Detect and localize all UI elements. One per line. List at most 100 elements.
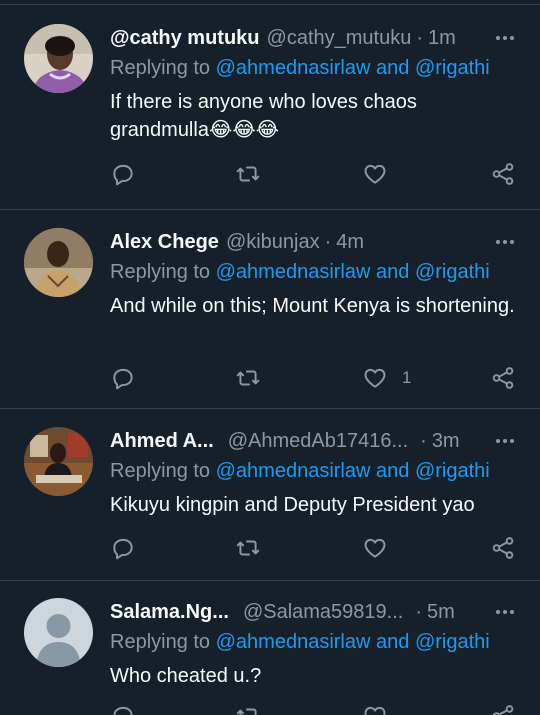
tweet[interactable]: Salama.Ng... @Salama59819... · 5m Replyi… xyxy=(0,581,540,715)
like-button[interactable] xyxy=(362,160,402,188)
reply-button[interactable] xyxy=(110,534,136,562)
retweet-icon xyxy=(236,166,260,182)
tweet-content: Ahmed A... @AhmedAb17416... · 3m Replyin… xyxy=(110,428,518,519)
like-button[interactable]: 1 xyxy=(362,364,411,392)
share-icon xyxy=(492,705,514,715)
mention-link[interactable]: @rigathi xyxy=(415,631,490,653)
avatar-image xyxy=(24,24,93,93)
tweet-content: Alex Chege @kibunjax · 4m Replying to @a… xyxy=(110,229,518,320)
timestamp[interactable]: 3m xyxy=(432,430,460,453)
like-icon xyxy=(364,706,386,715)
more-icon[interactable] xyxy=(492,229,518,255)
mention-link[interactable]: @rigathi xyxy=(415,57,490,79)
tweet-actions: 1 xyxy=(110,364,516,392)
share-icon xyxy=(492,163,514,185)
share-button[interactable] xyxy=(490,702,516,715)
tweet-text: And while on this; Mount Kenya is shorte… xyxy=(110,295,515,317)
mention-and: and xyxy=(370,57,415,79)
mention-link[interactable]: @rigathi xyxy=(415,261,490,283)
separator-dot: · xyxy=(415,600,423,623)
avatar[interactable] xyxy=(24,427,93,496)
user-handle[interactable]: @cathy_mutuku xyxy=(267,27,412,50)
replying-to: Replying to @ahmednasirlaw and @rigathi xyxy=(110,261,518,287)
retweet-button[interactable] xyxy=(235,534,261,562)
avatar[interactable] xyxy=(24,228,93,297)
default-avatar-icon xyxy=(24,598,93,667)
replying-to: Replying to @ahmednasirlaw and @rigathi xyxy=(110,460,518,486)
like-icon xyxy=(364,164,386,184)
avatar[interactable] xyxy=(24,24,93,93)
display-name[interactable]: Salama.Ng... xyxy=(110,601,229,624)
timestamp[interactable]: 1m xyxy=(428,27,456,50)
mention-and: and xyxy=(370,631,415,653)
timestamp[interactable]: 5m xyxy=(427,601,455,624)
tweet-text: Who cheated u.? xyxy=(110,665,262,687)
tweet[interactable]: Ahmed A... @AhmedAb17416... · 3m Replyin… xyxy=(0,409,540,581)
like-icon xyxy=(364,368,386,388)
display-name[interactable]: Alex Chege xyxy=(110,231,219,254)
reply-icon xyxy=(113,706,133,715)
share-icon xyxy=(492,537,514,559)
reply-icon xyxy=(113,538,133,560)
tweet-header: Ahmed A... @AhmedAb17416... · 3m xyxy=(110,428,518,454)
reply-button[interactable] xyxy=(110,702,136,715)
timestamp[interactable]: 4m xyxy=(336,231,364,254)
tweet[interactable]: Alex Chege @kibunjax · 4m Replying to @a… xyxy=(0,210,540,409)
retweet-icon xyxy=(236,370,260,386)
separator-dot: · xyxy=(420,429,427,452)
tweet-header: Salama.Ng... @Salama59819... · 5m xyxy=(110,599,518,625)
tweet-content: Salama.Ng... @Salama59819... · 5m Replyi… xyxy=(110,599,518,690)
user-handle[interactable]: @Salama59819... xyxy=(243,601,403,624)
replying-to: Replying to @ahmednasirlaw and @rigathi xyxy=(110,57,518,83)
mention-link[interactable]: @ahmednasirlaw xyxy=(216,460,371,482)
mention-and: and xyxy=(370,261,415,283)
reply-icon xyxy=(113,368,133,390)
retweet-button[interactable] xyxy=(235,364,261,392)
like-icon xyxy=(364,538,386,558)
reply-icon xyxy=(113,164,133,186)
tweet-text: Kikuyu kingpin and Deputy President yao xyxy=(110,494,475,516)
mention-link[interactable]: @ahmednasirlaw xyxy=(216,261,371,283)
replying-to: Replying to @ahmednasirlaw and @rigathi xyxy=(110,631,518,657)
tweet[interactable]: @cathy mutuku @cathy_mutuku · 1m Replyin… xyxy=(0,4,540,210)
replying-to-label: Replying to xyxy=(110,261,216,283)
tweet-text: If there is anyone who loves chaos grand… xyxy=(110,91,417,141)
more-icon[interactable] xyxy=(492,25,518,51)
separator-dot: · xyxy=(416,26,424,49)
tweet-actions xyxy=(110,534,516,562)
tweet-header: @cathy mutuku @cathy_mutuku · 1m xyxy=(110,25,518,51)
retweet-button[interactable] xyxy=(235,702,261,715)
mention-link[interactable]: @ahmednasirlaw xyxy=(216,57,371,79)
reply-button[interactable] xyxy=(110,364,136,392)
like-button[interactable] xyxy=(362,534,402,562)
reply-button[interactable] xyxy=(110,160,136,188)
retweet-icon xyxy=(236,540,260,556)
more-icon[interactable] xyxy=(492,599,518,625)
display-name[interactable]: @cathy mutuku xyxy=(110,27,260,50)
share-button[interactable] xyxy=(490,364,516,392)
display-name[interactable]: Ahmed A... xyxy=(110,430,214,453)
user-handle[interactable]: @kibunjax xyxy=(226,231,320,254)
replying-to-label: Replying to xyxy=(110,460,216,482)
mention-and: and xyxy=(370,460,415,482)
tweet-feed: @cathy mutuku @cathy_mutuku · 1m Replyin… xyxy=(0,0,540,715)
separator-dot: · xyxy=(324,230,332,253)
tweet-actions xyxy=(110,160,516,188)
share-button[interactable] xyxy=(490,534,516,562)
like-button[interactable] xyxy=(362,702,402,715)
avatar-image xyxy=(24,427,93,496)
like-count: 1 xyxy=(402,368,412,387)
replying-to-label: Replying to xyxy=(110,631,216,653)
mention-link[interactable]: @ahmednasirlaw xyxy=(216,631,371,653)
retweet-button[interactable] xyxy=(235,160,261,188)
mention-link[interactable]: @rigathi xyxy=(415,460,490,482)
tweet-content: @cathy mutuku @cathy_mutuku · 1m Replyin… xyxy=(110,25,518,144)
tweet-actions xyxy=(110,702,516,715)
replying-to-label: Replying to xyxy=(110,57,216,79)
retweet-icon xyxy=(236,708,257,715)
share-button[interactable] xyxy=(490,160,516,188)
user-handle[interactable]: @AhmedAb17416... xyxy=(228,430,408,453)
avatar[interactable] xyxy=(24,598,93,667)
share-icon xyxy=(492,367,514,389)
more-icon[interactable] xyxy=(492,428,518,454)
